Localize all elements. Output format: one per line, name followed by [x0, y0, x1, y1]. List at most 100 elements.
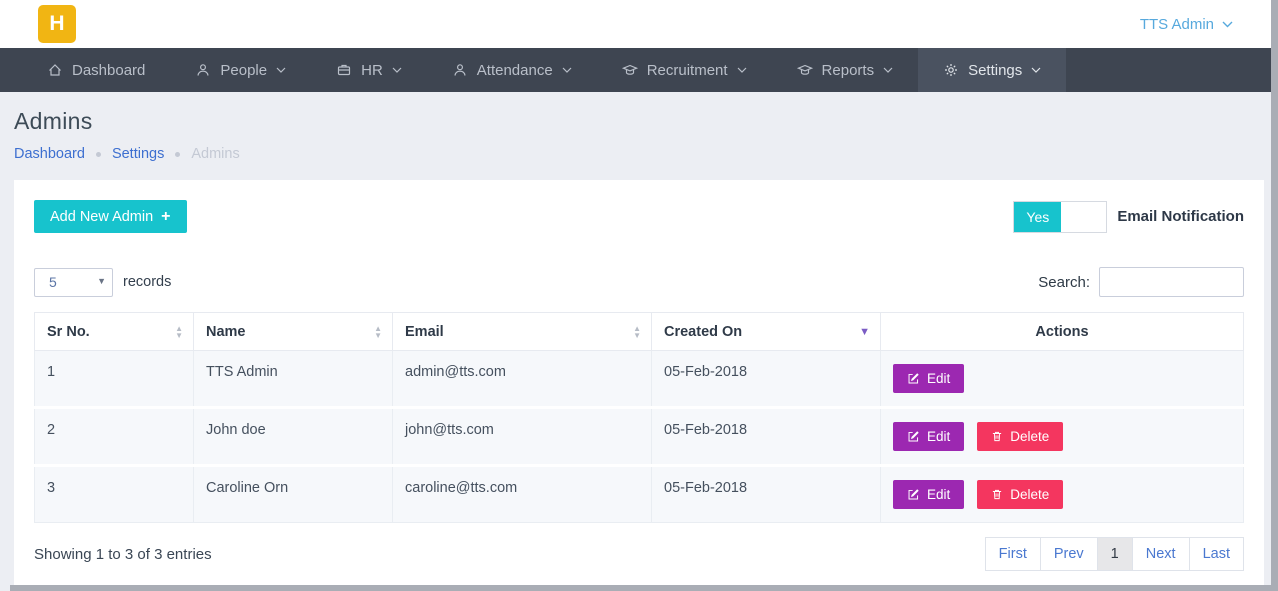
column-header-actions: Actions	[881, 313, 1244, 351]
chevron-down-icon	[737, 67, 747, 73]
trash-icon	[991, 430, 1003, 443]
chevron-down-icon	[883, 67, 893, 73]
chevron-down-icon	[1031, 67, 1041, 73]
email-notification-toggle[interactable]: Yes	[1013, 201, 1107, 233]
column-header-name[interactable]: Name ▲▼	[194, 313, 393, 351]
page-head: Admins Dashboard Settings Admins	[0, 92, 1278, 162]
chevron-down-icon	[276, 67, 286, 73]
toolbar-row: Add New Admin + Yes Email Notification	[34, 200, 1244, 233]
briefcase-icon	[336, 62, 352, 78]
breadcrumb-dashboard[interactable]: Dashboard	[14, 146, 85, 162]
vertical-scrollbar[interactable]	[1271, 0, 1278, 591]
column-header-sr-no[interactable]: Sr No. ▲▼	[35, 313, 194, 351]
cell-created-on: 05-Feb-2018	[652, 351, 881, 408]
user-menu-label: TTS Admin	[1140, 16, 1214, 33]
graduation-cap-icon	[797, 62, 813, 78]
email-notification-control: Yes Email Notification	[1013, 201, 1244, 233]
delete-button[interactable]: Delete	[977, 422, 1063, 451]
nav-label: People	[220, 62, 267, 79]
nav-label: Recruitment	[647, 62, 728, 79]
breadcrumb-current: Admins	[191, 146, 239, 162]
breadcrumb: Dashboard Settings Admins	[14, 146, 1264, 162]
pagination-page-1[interactable]: 1	[1097, 537, 1133, 571]
cell-sr-no: 1	[35, 351, 194, 408]
column-header-created-on[interactable]: Created On ▼	[652, 313, 881, 351]
controls-row: 5 ▼ records Search:	[34, 267, 1244, 297]
pagination-prev[interactable]: Prev	[1040, 537, 1098, 571]
edit-button[interactable]: Edit	[893, 364, 964, 393]
home-icon	[47, 62, 63, 78]
nav-label: Settings	[968, 62, 1022, 79]
cell-email: admin@tts.com	[393, 351, 652, 408]
chevron-down-icon	[1222, 21, 1233, 28]
sort-icon: ▲▼	[633, 325, 641, 339]
plus-icon: +	[161, 209, 170, 225]
nav-item-attendance[interactable]: Attendance	[427, 48, 597, 92]
edit-button[interactable]: Edit	[893, 480, 964, 509]
nav-item-recruitment[interactable]: Recruitment	[597, 48, 772, 92]
cell-name: Caroline Orn	[194, 466, 393, 523]
trash-icon	[991, 488, 1003, 501]
cell-name: John doe	[194, 408, 393, 466]
table-row: 1 TTS Admin admin@tts.com 05-Feb-2018 Ed…	[35, 351, 1244, 408]
sort-icon: ▲▼	[374, 325, 382, 339]
pagination-last[interactable]: Last	[1189, 537, 1244, 571]
admins-table: Sr No. ▲▼ Name ▲▼ Email ▲▼ Created On ▼ …	[34, 312, 1244, 523]
cell-sr-no: 2	[35, 408, 194, 466]
cell-email: caroline@tts.com	[393, 466, 652, 523]
nav-label: HR	[361, 62, 383, 79]
cell-sr-no: 3	[35, 466, 194, 523]
person-icon	[452, 62, 468, 78]
pagination-next[interactable]: Next	[1132, 537, 1190, 571]
cell-name: TTS Admin	[194, 351, 393, 408]
nav-item-reports[interactable]: Reports	[772, 48, 919, 92]
column-header-email[interactable]: Email ▲▼	[393, 313, 652, 351]
edit-button[interactable]: Edit	[893, 422, 964, 451]
edit-icon	[907, 372, 920, 385]
person-icon	[195, 62, 211, 78]
cell-email: john@tts.com	[393, 408, 652, 466]
add-new-admin-button[interactable]: Add New Admin +	[34, 200, 187, 233]
breadcrumb-separator	[175, 152, 180, 157]
user-menu[interactable]: TTS Admin	[1140, 16, 1233, 33]
nav-item-settings[interactable]: Settings	[918, 48, 1066, 92]
showing-entries-text: Showing 1 to 3 of 3 entries	[34, 546, 212, 563]
sort-desc-icon: ▼	[859, 326, 870, 338]
search-input[interactable]	[1099, 267, 1244, 297]
nav-item-dashboard[interactable]: Dashboard	[22, 48, 170, 92]
delete-button[interactable]: Delete	[977, 480, 1063, 509]
topbar: H TTS Admin	[0, 0, 1278, 48]
pagination: First Prev 1 Next Last	[985, 537, 1244, 571]
toggle-on-segment: Yes	[1014, 202, 1061, 232]
pagination-first[interactable]: First	[985, 537, 1041, 571]
edit-icon	[907, 488, 920, 501]
edit-icon	[907, 430, 920, 443]
cell-actions: Edit Delete	[881, 466, 1244, 523]
nav-label: Dashboard	[72, 62, 145, 79]
horizontal-scrollbar[interactable]	[10, 585, 1271, 591]
breadcrumb-separator	[96, 152, 101, 157]
cell-created-on: 05-Feb-2018	[652, 466, 881, 523]
main-nav: Dashboard People HR Attendance Recruitme…	[0, 48, 1278, 92]
table-row: 3 Caroline Orn caroline@tts.com 05-Feb-2…	[35, 466, 1244, 523]
nav-item-hr[interactable]: HR	[311, 48, 427, 92]
app-logo[interactable]: H	[38, 5, 76, 43]
chevron-down-icon	[562, 67, 572, 73]
records-select[interactable]: 5	[34, 268, 113, 297]
page-title: Admins	[14, 108, 1264, 135]
search-control: Search:	[1038, 267, 1244, 297]
records-per-page: 5 ▼ records	[34, 268, 171, 297]
chevron-down-icon	[392, 67, 402, 73]
cell-actions: Edit Delete	[881, 408, 1244, 466]
admins-panel: Add New Admin + Yes Email Notification 5…	[14, 180, 1264, 586]
sort-icon: ▲▼	[175, 325, 183, 339]
table-row: 2 John doe john@tts.com 05-Feb-2018 Edit…	[35, 408, 1244, 466]
cell-actions: Edit	[881, 351, 1244, 408]
nav-label: Reports	[822, 62, 875, 79]
table-header-row: Sr No. ▲▼ Name ▲▼ Email ▲▼ Created On ▼ …	[35, 313, 1244, 351]
add-button-label: Add New Admin	[50, 209, 153, 225]
breadcrumb-settings[interactable]: Settings	[112, 146, 164, 162]
nav-item-people[interactable]: People	[170, 48, 311, 92]
cell-created-on: 05-Feb-2018	[652, 408, 881, 466]
records-label: records	[123, 274, 171, 290]
